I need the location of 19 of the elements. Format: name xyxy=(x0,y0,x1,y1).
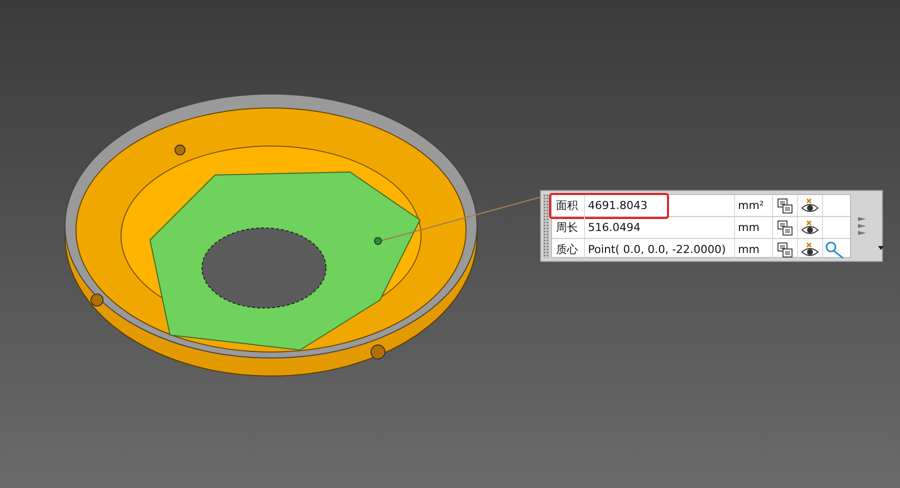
export-icon[interactable] xyxy=(777,242,793,258)
caret-icon[interactable] xyxy=(878,246,884,250)
point-marker-icon xyxy=(374,237,382,245)
eye-icon[interactable] xyxy=(801,198,819,214)
unit-label: mm xyxy=(734,239,772,260)
measure-value: 516.0494 xyxy=(584,217,734,238)
measure-label: 质心 xyxy=(555,242,579,258)
unit-label: mm xyxy=(734,217,772,238)
expand-arrows-icon[interactable] xyxy=(857,216,867,236)
grip-handle[interactable] xyxy=(543,194,549,258)
measure-label: 周长 xyxy=(555,220,579,236)
export-icon[interactable] xyxy=(777,198,793,214)
measure-label: 面积 xyxy=(555,198,579,214)
measure-value: 4691.8043 xyxy=(584,195,734,216)
eye-icon[interactable] xyxy=(801,242,819,258)
eye-icon[interactable] xyxy=(801,220,819,236)
export-icon[interactable] xyxy=(777,220,793,236)
unit-label: mm² xyxy=(734,195,772,216)
measure-value: Point( 0.0, 0.0, -22.0000) xyxy=(584,239,734,260)
